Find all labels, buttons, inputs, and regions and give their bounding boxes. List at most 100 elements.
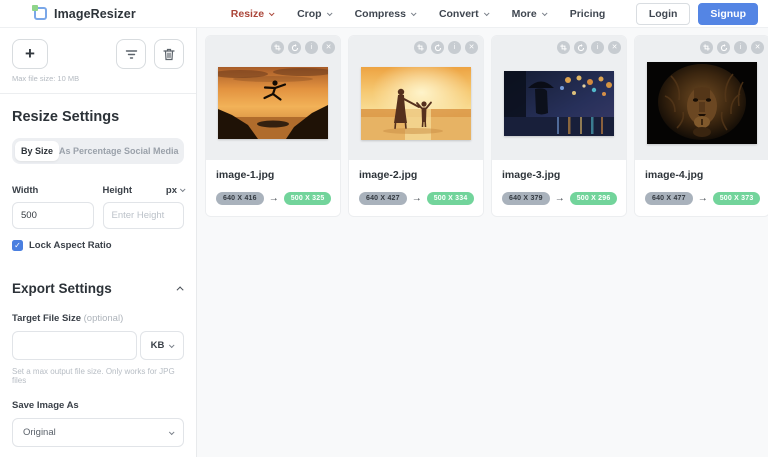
nav-item-crop[interactable]: Crop [297, 8, 331, 20]
filename: image-2.jpg [359, 169, 473, 181]
chevron-down-icon [169, 342, 175, 348]
rotate-icon[interactable] [431, 41, 444, 54]
login-button[interactable]: Login [636, 3, 691, 25]
save-image-as-label: Save Image As [12, 400, 184, 411]
close-icon[interactable]: ✕ [608, 41, 621, 54]
rotate-icon[interactable] [288, 41, 301, 54]
info-icon[interactable]: i [305, 41, 318, 54]
image-card: i ✕ [348, 35, 484, 217]
card-info: image-3.jpg 640 X 379 → 500 X 296 [492, 160, 626, 216]
info-icon[interactable]: i [734, 41, 747, 54]
imageresizer-logo-icon [34, 7, 47, 20]
filename: image-1.jpg [216, 169, 330, 181]
card-info: image-4.jpg 640 X 477 → 500 X 373 [635, 160, 768, 216]
chevron-down-icon [542, 10, 548, 16]
save-format-select[interactable]: Original [12, 418, 184, 447]
chevron-down-icon [411, 10, 417, 16]
original-dimensions-badge: 640 X 477 [645, 192, 693, 205]
brand-logo[interactable]: ImageResizer [34, 7, 136, 21]
lock-aspect-ratio-option[interactable]: ✓ Lock Aspect Ratio [12, 240, 184, 251]
original-dimensions-badge: 640 X 416 [216, 192, 264, 205]
file-toolbar: + [12, 39, 184, 69]
close-icon[interactable]: ✕ [465, 41, 478, 54]
unit-select[interactable]: px [166, 185, 184, 196]
add-image-button[interactable]: + [12, 39, 48, 69]
nav-item-pricing[interactable]: Pricing [570, 8, 606, 20]
chevron-up-icon [177, 286, 184, 293]
main-nav: Resize Crop Compress Convert More Pricin… [231, 8, 636, 20]
plus-icon: + [25, 44, 35, 64]
image-list-area: i ✕ [197, 28, 768, 457]
info-icon[interactable]: i [448, 41, 461, 54]
rotate-icon[interactable] [717, 41, 730, 54]
brand-name: ImageResizer [54, 7, 136, 21]
resized-dimensions-badge: 500 X 373 [713, 192, 761, 205]
trash-icon [163, 48, 175, 61]
nav-item-resize[interactable]: Resize [231, 8, 273, 20]
file-size-unit-select[interactable]: KB [140, 331, 184, 360]
resize-settings-title: Resize Settings [12, 109, 184, 125]
export-settings-header[interactable]: Export Settings [12, 281, 184, 296]
chevron-down-icon [326, 10, 332, 16]
image-card: i ✕ [205, 35, 341, 217]
arrow-right-icon: → [269, 193, 279, 204]
target-file-size-label: Target File Size (optional) [12, 313, 184, 324]
crop-icon[interactable] [557, 41, 570, 54]
filename: image-4.jpg [645, 169, 759, 181]
rotate-icon[interactable] [574, 41, 587, 54]
crop-icon[interactable] [271, 41, 284, 54]
image-card: i ✕ [491, 35, 627, 217]
filter-icon [125, 49, 138, 60]
image-thumbnail[interactable] [218, 67, 328, 139]
tab-as-percentage[interactable]: As Percentage [59, 141, 122, 161]
close-icon[interactable]: ✕ [322, 41, 335, 54]
arrow-right-icon: → [555, 193, 565, 204]
settings-sidebar: + [0, 28, 197, 457]
nav-item-more[interactable]: More [512, 8, 546, 20]
tab-by-size[interactable]: By Size [15, 141, 59, 161]
thumbnail-panel: i ✕ [635, 36, 768, 160]
filter-button[interactable] [116, 39, 146, 69]
original-dimensions-badge: 640 X 427 [359, 192, 407, 205]
resized-dimensions-badge: 500 X 325 [284, 192, 332, 205]
height-label: Height [103, 185, 133, 196]
thumbnail-panel: i ✕ [206, 36, 340, 160]
close-icon[interactable]: ✕ [751, 41, 764, 54]
width-label: Width [12, 185, 38, 196]
filename: image-3.jpg [502, 169, 616, 181]
chevron-down-icon [169, 429, 175, 435]
original-dimensions-badge: 640 X 379 [502, 192, 550, 205]
nav-item-compress[interactable]: Compress [355, 8, 415, 20]
width-input[interactable] [12, 202, 94, 229]
image-thumbnail[interactable] [361, 67, 471, 140]
card-info: image-2.jpg 640 X 427 → 500 X 334 [349, 160, 483, 216]
signup-button[interactable]: Signup [698, 3, 758, 25]
image-card: i ✕ [634, 35, 768, 217]
export-settings-title: Export Settings [12, 281, 112, 296]
image-thumbnail[interactable] [504, 71, 614, 136]
info-icon[interactable]: i [591, 41, 604, 54]
divider [0, 93, 196, 94]
chevron-down-icon [484, 10, 490, 16]
crop-icon[interactable] [700, 41, 713, 54]
arrow-right-icon: → [698, 193, 708, 204]
target-file-size-helper: Set a max output file size. Only works f… [12, 367, 184, 385]
arrow-right-icon: → [412, 193, 422, 204]
lock-aspect-ratio-label: Lock Aspect Ratio [29, 240, 112, 251]
thumbnail-panel: i ✕ [349, 36, 483, 160]
target-file-size-input[interactable] [12, 331, 137, 360]
top-navbar: ImageResizer Resize Crop Compress Conver… [0, 0, 768, 28]
card-info: image-1.jpg 640 X 416 → 500 X 325 [206, 160, 340, 216]
nav-item-convert[interactable]: Convert [439, 8, 488, 20]
chevron-down-icon [269, 10, 275, 16]
resized-dimensions-badge: 500 X 296 [570, 192, 618, 205]
checkbox-checked-icon[interactable]: ✓ [12, 240, 23, 251]
crop-icon[interactable] [414, 41, 427, 54]
image-thumbnail[interactable] [647, 62, 757, 144]
resized-dimensions-badge: 500 X 334 [427, 192, 475, 205]
delete-all-button[interactable] [154, 39, 184, 69]
height-input[interactable] [103, 202, 185, 229]
chevron-down-icon [180, 186, 186, 192]
thumbnail-panel: i ✕ [492, 36, 626, 160]
tab-social-media[interactable]: Social Media [122, 141, 181, 161]
